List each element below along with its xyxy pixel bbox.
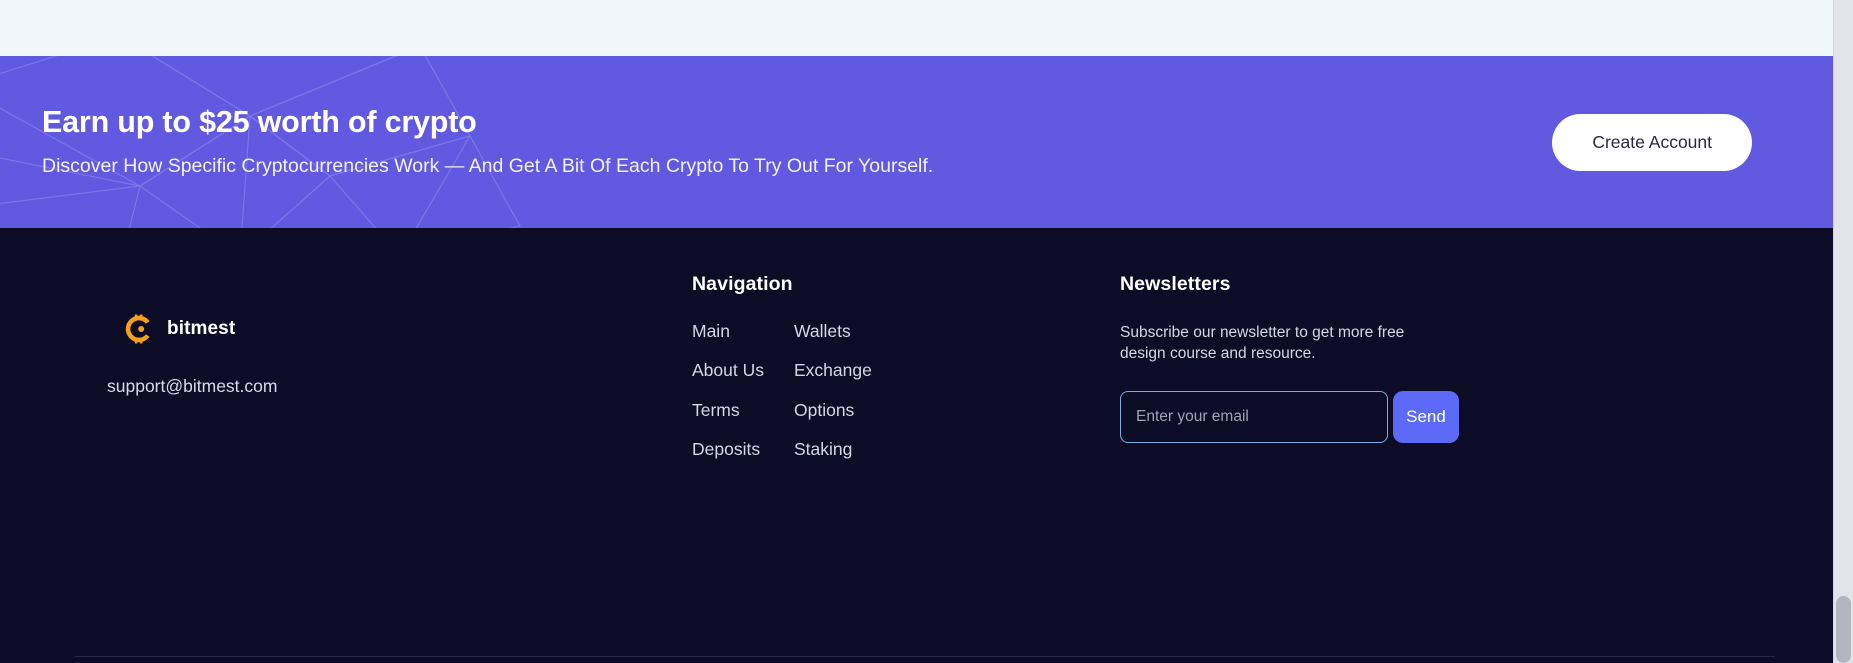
page-content-strip bbox=[0, 0, 1833, 56]
promo-banner-inner: Earn up to $25 worth of crypto Discover … bbox=[0, 56, 1833, 228]
newsletter-description: Subscribe our newsletter to get more fre… bbox=[1120, 324, 1405, 363]
navigation-links-grid: Main Wallets About Us Exchange Terms Opt… bbox=[692, 321, 1120, 459]
nav-link-staking[interactable]: Staking bbox=[794, 439, 1120, 459]
newsletter-send-button[interactable]: Send bbox=[1393, 390, 1459, 443]
vertical-scrollbar-thumb[interactable] bbox=[1836, 596, 1851, 663]
vertical-scrollbar-track[interactable] bbox=[1833, 0, 1853, 663]
newsletter-heading: Newsletters bbox=[1120, 273, 1231, 295]
navigation-heading: Navigation bbox=[692, 273, 793, 295]
footer-navigation-column: Navigation Main Wallets About Us Exchang… bbox=[692, 273, 1120, 663]
footer-columns: bitmest support@bitmest.com Navigation M… bbox=[0, 228, 1833, 663]
nav-link-deposits[interactable]: Deposits bbox=[692, 439, 794, 459]
bitcoin-coin-icon bbox=[125, 314, 150, 344]
support-email[interactable]: support@bitmest.com bbox=[107, 376, 692, 397]
footer-brand-column: bitmest support@bitmest.com bbox=[0, 273, 692, 663]
newsletter-subscribe-form: Send bbox=[1120, 390, 1620, 443]
brand-name: bitmest bbox=[167, 318, 236, 339]
nav-link-options[interactable]: Options bbox=[794, 400, 1120, 420]
promo-copy: Earn up to $25 worth of crypto Discover … bbox=[42, 105, 933, 180]
nav-link-terms[interactable]: Terms bbox=[692, 400, 794, 420]
site-footer: bitmest support@bitmest.com Navigation M… bbox=[0, 228, 1833, 663]
page-root: Earn up to $25 worth of crypto Discover … bbox=[0, 0, 1853, 663]
promo-banner: Earn up to $25 worth of crypto Discover … bbox=[0, 56, 1833, 228]
nav-link-main[interactable]: Main bbox=[692, 321, 794, 341]
create-account-button[interactable]: Create Account bbox=[1552, 113, 1752, 171]
nav-link-about-us[interactable]: About Us bbox=[692, 360, 794, 380]
promo-title: Earn up to $25 worth of crypto bbox=[42, 104, 477, 139]
nav-link-exchange[interactable]: Exchange bbox=[794, 360, 1120, 380]
brand-logo-lockup[interactable]: bitmest bbox=[125, 314, 692, 344]
promo-subtitle: Discover How Specific Cryptocurrencies W… bbox=[42, 154, 934, 177]
footer-newsletter-column: Newsletters Subscribe our newsletter to … bbox=[1120, 273, 1620, 663]
footer-bottom-divider bbox=[75, 656, 1775, 657]
nav-link-wallets[interactable]: Wallets bbox=[794, 321, 1120, 341]
newsletter-email-input[interactable] bbox=[1120, 390, 1388, 443]
